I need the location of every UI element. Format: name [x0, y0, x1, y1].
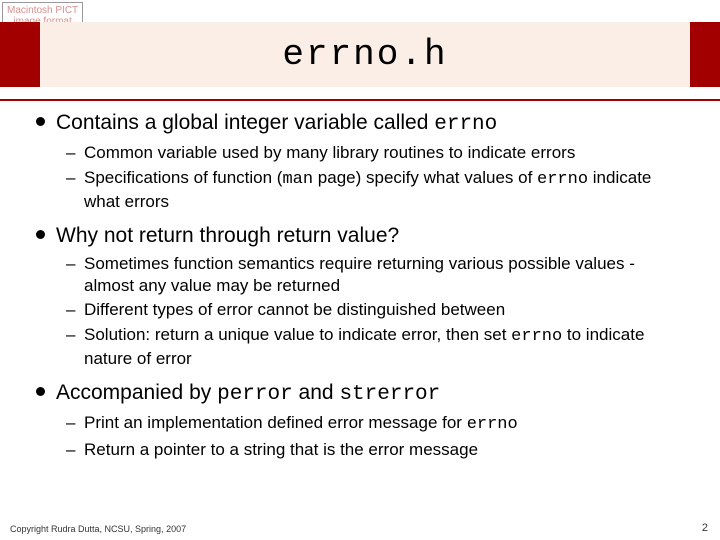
sub-list-item: Return a pointer to a string that is the… — [56, 439, 688, 461]
bullet-head: Contains a global integer variable calle… — [56, 110, 688, 138]
bullet-list: Contains a global integer variable calle… — [32, 110, 688, 460]
sub-list-item: Common variable used by many library rou… — [56, 142, 688, 164]
text-run: man — [282, 170, 313, 189]
text-run: Sometimes function semantics require ret… — [84, 254, 635, 295]
slide: Macintosh PICT image format is not suppo… — [0, 0, 720, 540]
page-number: 2 — [702, 522, 708, 534]
list-item: Contains a global integer variable calle… — [32, 110, 688, 213]
sub-list-item: Specifications of function (man page) sp… — [56, 167, 688, 213]
text-run: Common variable used by many library rou… — [84, 143, 575, 162]
sub-list-item: Different types of error cannot be disti… — [56, 299, 688, 321]
list-item: Accompanied by perror and strerror Print … — [32, 380, 688, 461]
bullet-head: Accompanied by perror and strerror — [56, 380, 688, 408]
text-run: page) specify what values of — [313, 168, 537, 187]
title-bar: errno.h — [0, 22, 720, 87]
text-run: Different types of error cannot be disti… — [84, 300, 505, 319]
text-run: Solution: return a unique value to indic… — [84, 325, 511, 344]
text-run: Accompanied by — [56, 381, 217, 404]
text-run: and — [293, 381, 340, 404]
sub-list: Sometimes function semantics require ret… — [56, 253, 688, 370]
text-run: perror — [217, 383, 293, 406]
text-run: Why not return through return value? — [56, 224, 399, 247]
badge-line: Macintosh PICT — [7, 5, 78, 16]
footer-copyright: Copyright Rudra Dutta, NCSU, Spring, 200… — [10, 524, 186, 534]
text-run: strerror — [339, 383, 440, 406]
text-run: Return a pointer to a string that is the… — [84, 440, 478, 459]
list-item: Why not return through return value? Some… — [32, 223, 688, 370]
text-run: Specifications of function ( — [84, 168, 282, 187]
slide-title: errno.h — [40, 22, 690, 87]
accent-line — [0, 99, 720, 101]
bullet-head: Why not return through return value? — [56, 223, 688, 249]
text-run: errno — [467, 415, 518, 434]
text-run: Contains a global integer variable calle… — [56, 111, 434, 134]
text-run: errno — [537, 170, 588, 189]
sub-list: Print an implementation defined error me… — [56, 412, 688, 461]
sub-list: Common variable used by many library rou… — [56, 142, 688, 212]
text-run: errno — [434, 113, 497, 136]
sub-list-item: Solution: return a unique value to indic… — [56, 324, 688, 370]
text-run: Print an implementation defined error me… — [84, 413, 467, 432]
text-run: errno — [511, 327, 562, 346]
sub-list-item: Print an implementation defined error me… — [56, 412, 688, 436]
content-area: Contains a global integer variable calle… — [32, 110, 688, 470]
sub-list-item: Sometimes function semantics require ret… — [56, 253, 688, 297]
